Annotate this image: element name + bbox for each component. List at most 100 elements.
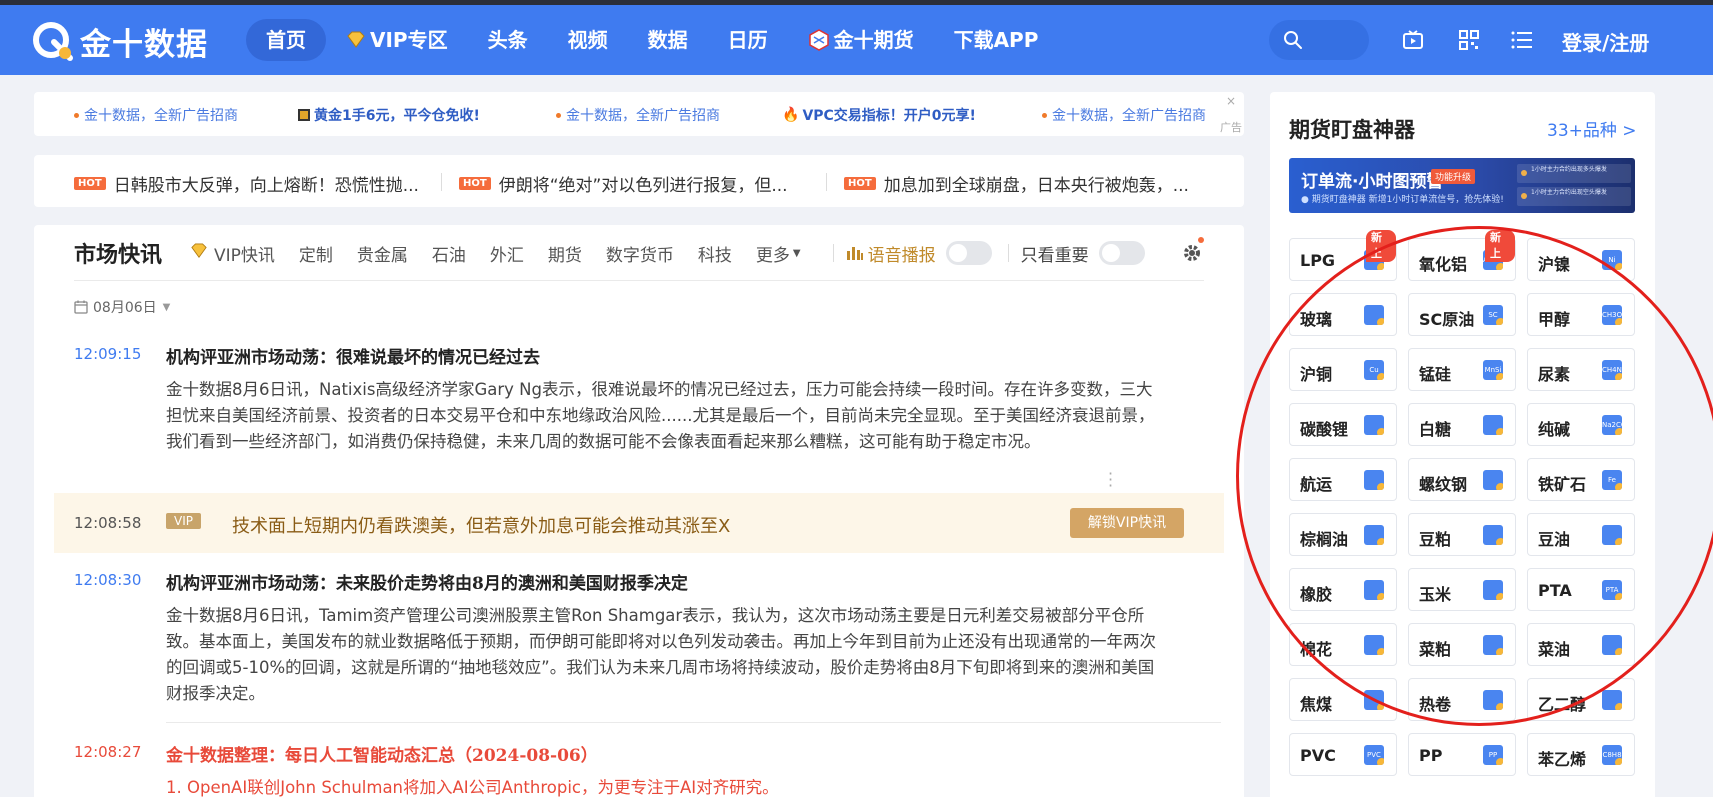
- futures-item-label: 焦煤: [1300, 695, 1333, 714]
- futures-item[interactable]: 锰硅 MnSi: [1408, 348, 1516, 391]
- menu-list-icon[interactable]: [1511, 30, 1533, 54]
- unlock-vip-button[interactable]: 解锁VIP快讯: [1070, 508, 1184, 538]
- order-flow-banner[interactable]: 订单流·小时图预警 功能升级 ● 期货盯盘神器 新增1小时订单流信号，抢先体验!…: [1289, 158, 1635, 213]
- tab-tech[interactable]: 科技: [698, 241, 732, 266]
- only-important-toggle[interactable]: [1098, 241, 1145, 265]
- divider: [166, 722, 1221, 723]
- futures-item[interactable]: 焦煤: [1289, 678, 1397, 721]
- futures-item-icon: [1483, 415, 1503, 435]
- futures-item[interactable]: 棕榈油: [1289, 513, 1397, 556]
- date-selector[interactable]: 08月06日 ▼: [74, 297, 170, 317]
- futures-item[interactable]: 乙二醇: [1527, 678, 1635, 721]
- tab-more[interactable]: 更多 ▼: [756, 241, 801, 266]
- futures-item[interactable]: 碳酸锂: [1289, 403, 1397, 446]
- ad-item[interactable]: 金十数据，全新广告招商: [74, 105, 238, 125]
- ad-item[interactable]: 🔥 VPC交易指标！开户0元享!: [782, 105, 976, 125]
- futures-item-label: 棕榈油: [1300, 530, 1349, 549]
- futures-item[interactable]: 铁矿石 Fe: [1527, 458, 1635, 501]
- tab-label: VIP快讯: [214, 245, 275, 266]
- ad-ticker: 金十数据，全新广告招商 黄金1手6元，平今仓免收! 金十数据，全新广告招商 🔥 V…: [34, 92, 1244, 136]
- futures-item[interactable]: 玻璃: [1289, 293, 1397, 336]
- nav-data[interactable]: 数据: [628, 19, 708, 61]
- login-register-link[interactable]: 登录/注册: [1562, 27, 1649, 56]
- site-logo[interactable]: 金十数据: [32, 21, 208, 63]
- tab-custom[interactable]: 定制: [299, 241, 333, 266]
- futures-item[interactable]: 菜油: [1527, 623, 1635, 666]
- futures-item[interactable]: PTA PTA: [1527, 568, 1635, 611]
- more-options-icon[interactable]: · · ·: [1108, 466, 1113, 494]
- vip-badge: VIP: [166, 513, 201, 529]
- news-body: 1. OpenAI联创John Schulman将加入AI公司Anthropic…: [166, 778, 779, 797]
- futures-item[interactable]: 纯碱 Na2CO3: [1527, 403, 1635, 446]
- futures-item-label: 白糖: [1419, 420, 1452, 439]
- nav-download-app[interactable]: 下载APP: [934, 19, 1059, 61]
- tab-crypto[interactable]: 数字货币: [606, 241, 674, 266]
- nav-futures[interactable]: 金十期货: [788, 19, 934, 61]
- futures-item-label: 热卷: [1419, 695, 1452, 714]
- tab-forex[interactable]: 外汇: [490, 241, 524, 266]
- ad-item[interactable]: 金十数据，全新广告招商: [556, 105, 720, 125]
- search-input[interactable]: [1269, 20, 1369, 60]
- nav-headlines[interactable]: 头条: [468, 19, 548, 61]
- futures-item[interactable]: 豆粕: [1408, 513, 1516, 556]
- futures-item[interactable]: 菜粕: [1408, 623, 1516, 666]
- qrcode-icon[interactable]: [1459, 30, 1479, 54]
- bullet-icon: [74, 112, 79, 118]
- headline-item[interactable]: HOT 日韩股市大反弹，向上熔断！恐慌性抛...: [74, 171, 419, 196]
- futures-item[interactable]: 沪铜 Cu: [1289, 348, 1397, 391]
- ad-close-button[interactable]: ×: [1226, 94, 1236, 108]
- futures-item[interactable]: 尿素 CH4N2O: [1527, 348, 1635, 391]
- futures-item[interactable]: SC原油 SC: [1408, 293, 1516, 336]
- futures-item[interactable]: 橡胶: [1289, 568, 1397, 611]
- futures-item-icon: [1483, 470, 1503, 490]
- tab-futures[interactable]: 期货: [548, 241, 582, 266]
- news-title[interactable]: 机构评亚洲市场动荡：很难说最坏的情况已经过去: [166, 343, 540, 368]
- voice-broadcast-label: 语音播报: [846, 241, 936, 266]
- ad-item[interactable]: 金十数据，全新广告招商: [1042, 105, 1206, 125]
- futures-item-label: 甲醇: [1538, 310, 1571, 329]
- ad-text: 金十数据，全新广告招商: [84, 108, 238, 124]
- futures-item[interactable]: 沪镍 Ni: [1527, 238, 1635, 281]
- tab-oil[interactable]: 石油: [432, 241, 466, 266]
- futures-item[interactable]: 氧化铝Al2O3新上: [1408, 230, 1516, 281]
- ad-item[interactable]: 黄金1手6元，平今仓免收!: [298, 105, 480, 125]
- futures-item[interactable]: PVC PVC: [1289, 733, 1397, 776]
- tv-icon[interactable]: [1402, 30, 1424, 54]
- settings-gear-icon[interactable]: [1182, 237, 1204, 267]
- futures-item[interactable]: 苯乙烯 C8H8: [1527, 733, 1635, 776]
- tab-precious-metals[interactable]: 贵金属: [357, 241, 408, 266]
- voice-broadcast-toggle[interactable]: [945, 241, 992, 265]
- nav-home[interactable]: 首页: [246, 19, 326, 61]
- banner-headline: 订单流·小时图预警: [1301, 172, 1444, 192]
- futures-item[interactable]: 白糖: [1408, 403, 1516, 446]
- futures-item[interactable]: LPGLPG新上: [1289, 230, 1397, 281]
- market-news-panel: 市场快讯 VIP快讯 定制 贵金属 石油 外汇 期货 数字货币 科技 更多 ▼ 语…: [34, 225, 1244, 797]
- new-badge: 新上: [1366, 230, 1396, 262]
- futures-item[interactable]: 玉米: [1408, 568, 1516, 611]
- more-varieties-link[interactable]: 33+品种 >: [1547, 116, 1637, 141]
- nav-calendar[interactable]: 日历: [708, 19, 788, 61]
- divider: [74, 280, 1204, 281]
- futures-item[interactable]: 热卷: [1408, 678, 1516, 721]
- news-time: 12:08:27: [74, 743, 142, 761]
- futures-item-icon: [1364, 305, 1384, 325]
- headline-item[interactable]: HOT 加息加到全球崩盘，日本央行被炮轰，...: [844, 171, 1189, 196]
- search-icon: [1284, 31, 1302, 49]
- futures-item[interactable]: 螺纹钢: [1408, 458, 1516, 501]
- vip-news-item[interactable]: 12:08:58 VIP 技术面上短期内仍看跌澳美，但若意外加息可能会推动其涨至…: [54, 493, 1224, 553]
- news-body: 金十数据8月6日讯，Tamim资产管理公司澳洲股票主管Ron Shamgar表示…: [166, 606, 1156, 703]
- futures-item[interactable]: 棉花: [1289, 623, 1397, 666]
- futures-item[interactable]: 豆油: [1527, 513, 1635, 556]
- nav-video[interactable]: 视频: [548, 19, 628, 61]
- news-title[interactable]: 金十数据整理：每日人工智能动态汇总（2024-08-06）: [166, 741, 598, 766]
- news-title[interactable]: 机构评亚洲市场动荡：未来股价走势将由8月的澳洲和美国财报季决定: [166, 569, 688, 594]
- headline-item[interactable]: HOT 伊朗将“绝对”对以色列进行报复，但...: [459, 171, 788, 196]
- tab-vip-news[interactable]: VIP快讯: [190, 241, 275, 266]
- futures-item-icon: Fe: [1602, 470, 1622, 490]
- futures-item[interactable]: 甲醇 CH3OH: [1527, 293, 1635, 336]
- hot-headlines-bar: HOT 日韩股市大反弹，向上熔断！恐慌性抛... HOT 伊朗将“绝对”对以色列进行…: [34, 155, 1244, 207]
- futures-item[interactable]: 航运: [1289, 458, 1397, 501]
- futures-item[interactable]: PP PP: [1408, 733, 1516, 776]
- futures-item-icon: CH3OH: [1602, 305, 1622, 325]
- nav-vip[interactable]: VIP专区: [326, 19, 468, 61]
